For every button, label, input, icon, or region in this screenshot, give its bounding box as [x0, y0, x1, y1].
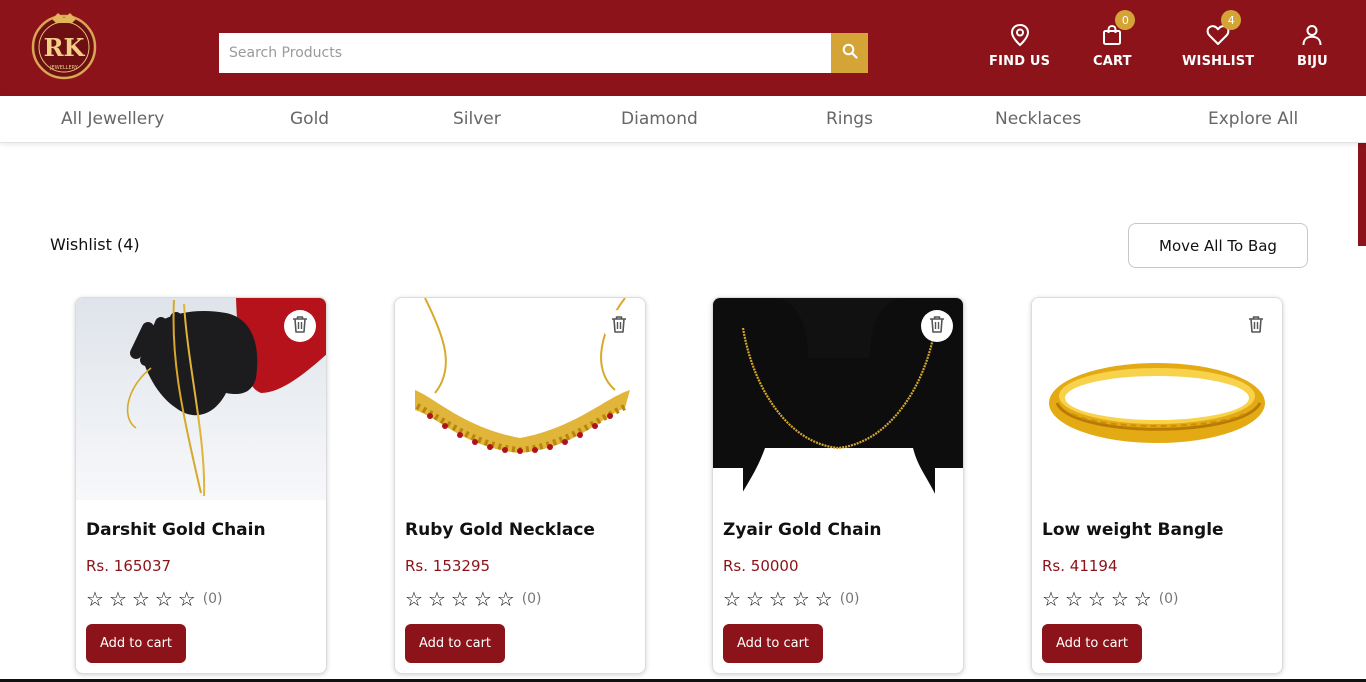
trash-icon: [292, 315, 308, 337]
rating-count: (0): [1158, 591, 1179, 607]
search-input[interactable]: [219, 33, 831, 73]
product-name[interactable]: Zyair Gold Chain: [723, 520, 882, 540]
nav-item-all-jewellery[interactable]: All Jewellery: [61, 109, 164, 129]
star-icon[interactable]: ☆: [815, 589, 833, 609]
product-price: Rs. 165037: [86, 557, 172, 575]
add-to-cart-button[interactable]: Add to cart: [723, 624, 823, 663]
search-button[interactable]: [831, 33, 868, 73]
product-card[interactable]: Darshit Gold Chain Rs. 165037 ☆ ☆ ☆ ☆ ☆ …: [75, 297, 327, 674]
remove-from-wishlist-button[interactable]: [603, 310, 635, 342]
trash-icon: [1248, 315, 1264, 337]
wishlist-label: WISHLIST: [1182, 54, 1255, 69]
product-card[interactable]: Ruby Gold Necklace Rs. 153295 ☆ ☆ ☆ ☆ ☆ …: [394, 297, 646, 674]
product-name[interactable]: Low weight Bangle: [1042, 520, 1224, 540]
cart-link[interactable]: 0 CART: [1093, 10, 1136, 69]
rating-count: (0): [202, 591, 223, 607]
remove-from-wishlist-button[interactable]: [1240, 310, 1272, 342]
add-to-cart-button[interactable]: Add to cart: [405, 624, 505, 663]
star-icon[interactable]: ☆: [474, 589, 492, 609]
brand-logo[interactable]: RK JEWELLERY: [28, 9, 100, 81]
product-card[interactable]: Low weight Bangle Rs. 41194 ☆ ☆ ☆ ☆ ☆ (0…: [1031, 297, 1283, 674]
nav-item-gold[interactable]: Gold: [290, 109, 329, 129]
star-icon[interactable]: ☆: [155, 589, 173, 609]
product-price: Rs. 153295: [405, 557, 491, 575]
location-pin-icon: [1007, 22, 1033, 48]
category-nav: All Jewellery Gold Silver Diamond Rings …: [0, 96, 1366, 143]
star-icon[interactable]: ☆: [451, 589, 469, 609]
rating-count: (0): [521, 591, 542, 607]
user-account-link[interactable]: BIJU: [1297, 22, 1328, 69]
find-us-link[interactable]: FIND US: [989, 22, 1050, 69]
star-icon[interactable]: ☆: [132, 589, 150, 609]
add-to-cart-button[interactable]: Add to cart: [86, 624, 186, 663]
nav-item-rings[interactable]: Rings: [826, 109, 873, 129]
move-all-to-bag-button[interactable]: Move All To Bag: [1128, 223, 1308, 268]
svg-text:JEWELLERY: JEWELLERY: [49, 65, 79, 71]
wishlist-count-badge: 4: [1221, 10, 1242, 30]
star-icon[interactable]: ☆: [792, 589, 810, 609]
star-icon[interactable]: ☆: [1042, 589, 1060, 609]
star-icon[interactable]: ☆: [497, 589, 515, 609]
user-name-label: BIJU: [1297, 54, 1328, 69]
cart-count-badge: 0: [1115, 10, 1136, 30]
svg-text:RK: RK: [44, 33, 86, 62]
search-bar: [219, 33, 868, 73]
wishlist-link[interactable]: 4 WISHLIST: [1182, 10, 1255, 69]
star-icon[interactable]: ☆: [723, 589, 741, 609]
heart-icon: 4: [1205, 10, 1242, 48]
star-rating: ☆ ☆ ☆ ☆ ☆ (0): [1042, 589, 1179, 609]
header-bar: RK JEWELLERY FIND US 0 CART 4 WISHLIST: [0, 0, 1366, 96]
nav-item-necklaces[interactable]: Necklaces: [995, 109, 1081, 129]
star-icon[interactable]: ☆: [178, 589, 196, 609]
star-icon[interactable]: ☆: [86, 589, 104, 609]
remove-from-wishlist-button[interactable]: [284, 310, 316, 342]
star-rating: ☆ ☆ ☆ ☆ ☆ (0): [723, 589, 860, 609]
trash-icon: [929, 315, 945, 337]
product-name[interactable]: Ruby Gold Necklace: [405, 520, 595, 540]
shopping-bag-icon: 0: [1099, 10, 1136, 48]
search-icon: [842, 43, 858, 63]
product-price: Rs. 50000: [723, 557, 799, 575]
star-icon[interactable]: ☆: [1111, 589, 1129, 609]
star-icon[interactable]: ☆: [1065, 589, 1083, 609]
product-card[interactable]: Zyair Gold Chain Rs. 50000 ☆ ☆ ☆ ☆ ☆ (0)…: [712, 297, 964, 674]
rating-count: (0): [839, 591, 860, 607]
find-us-label: FIND US: [989, 54, 1051, 69]
star-icon[interactable]: ☆: [1134, 589, 1152, 609]
star-rating: ☆ ☆ ☆ ☆ ☆ (0): [86, 589, 223, 609]
star-icon[interactable]: ☆: [405, 589, 423, 609]
star-icon[interactable]: ☆: [746, 589, 764, 609]
star-icon[interactable]: ☆: [428, 589, 446, 609]
product-price: Rs. 41194: [1042, 557, 1118, 575]
cart-label: CART: [1093, 54, 1132, 69]
remove-from-wishlist-button[interactable]: [921, 310, 953, 342]
wishlist-title: Wishlist (4): [50, 235, 140, 254]
nav-item-diamond[interactable]: Diamond: [621, 109, 698, 129]
star-icon[interactable]: ☆: [1088, 589, 1106, 609]
product-name[interactable]: Darshit Gold Chain: [86, 520, 266, 540]
nav-item-silver[interactable]: Silver: [453, 109, 501, 129]
star-icon[interactable]: ☆: [109, 589, 127, 609]
star-rating: ☆ ☆ ☆ ☆ ☆ (0): [405, 589, 542, 609]
nav-item-explore-all[interactable]: Explore All: [1208, 109, 1298, 129]
star-icon[interactable]: ☆: [769, 589, 787, 609]
add-to-cart-button[interactable]: Add to cart: [1042, 624, 1142, 663]
trash-icon: [611, 315, 627, 337]
user-icon: [1299, 22, 1325, 48]
